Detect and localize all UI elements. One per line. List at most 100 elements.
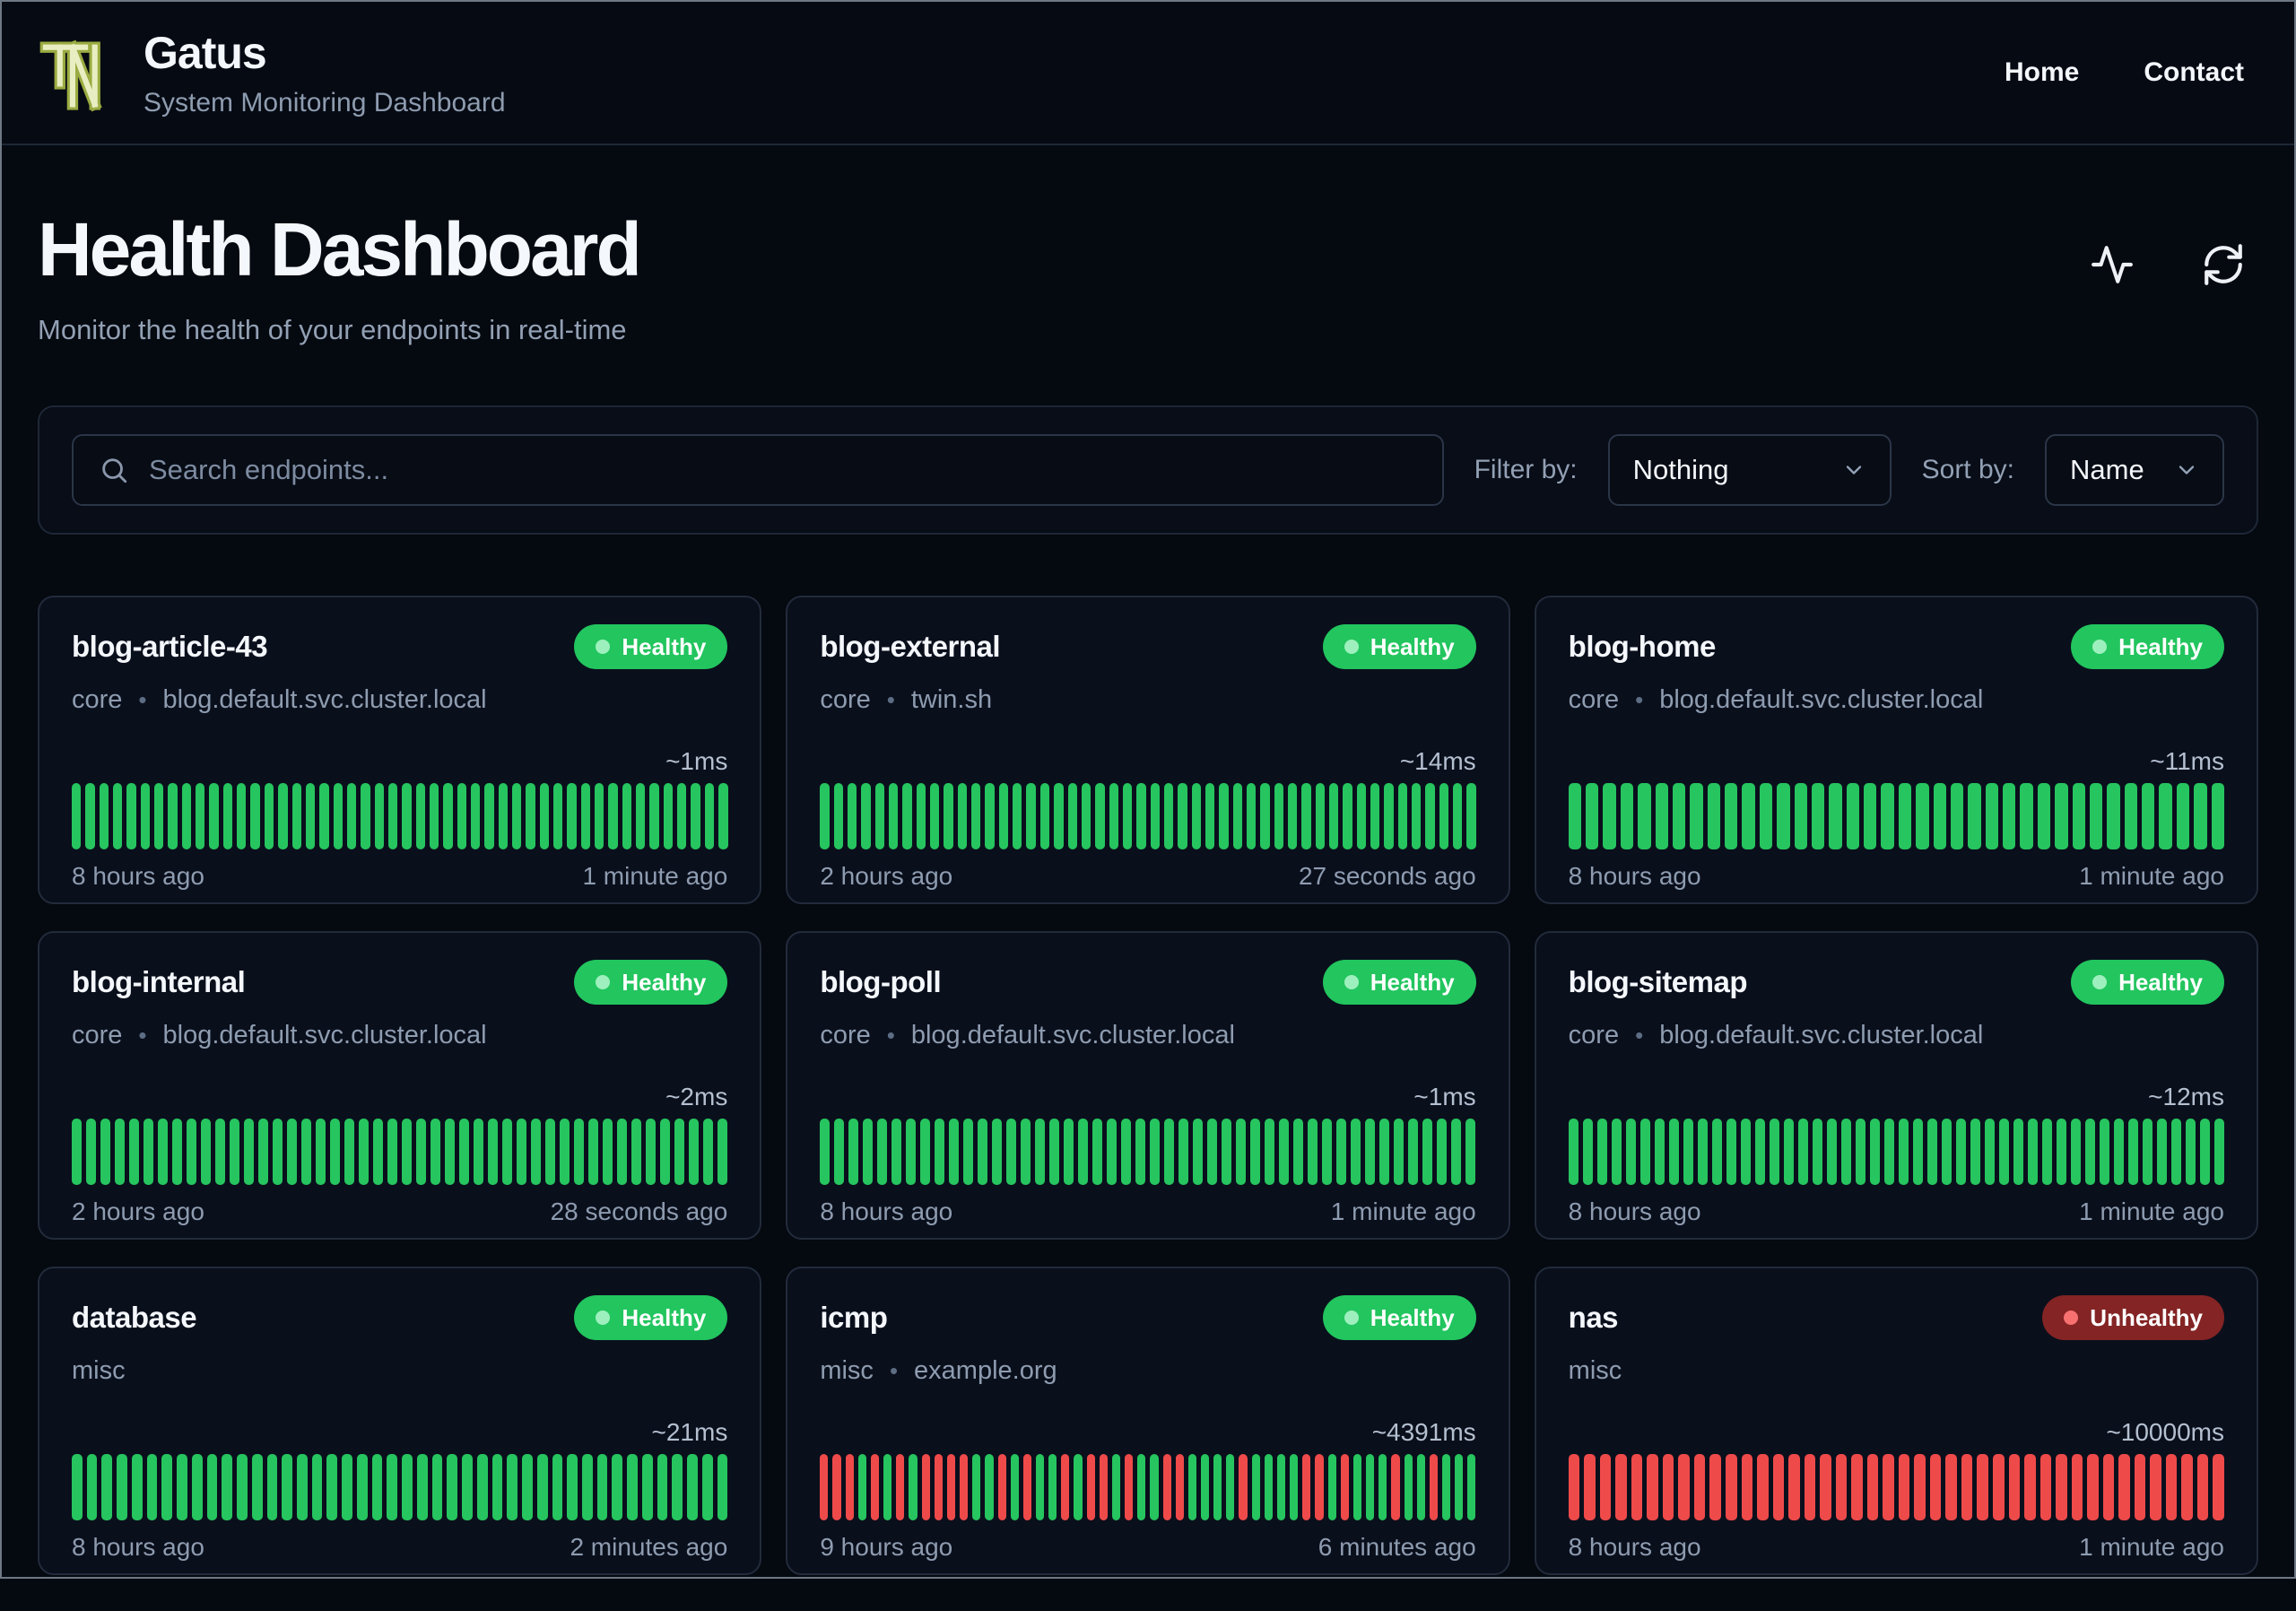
uptime-bar-success — [416, 1454, 428, 1521]
status-dot-icon — [596, 975, 611, 990]
uptime-bar-success — [1794, 783, 1807, 850]
uptime-bar-success — [971, 783, 981, 850]
uptime-bar-success — [1343, 783, 1352, 850]
uptime-bar-success — [1191, 783, 1201, 850]
uptime-bar-failure — [1866, 1454, 1879, 1521]
uptime-bar-success — [992, 1119, 1003, 1186]
uptime-bars[interactable] — [1568, 1119, 2224, 1186]
activity-icon[interactable] — [2090, 242, 2135, 287]
time-start: 2 hours ago — [820, 862, 953, 891]
uptime-bars[interactable] — [1568, 783, 2224, 850]
nav-link-contact[interactable]: Contact — [2144, 57, 2244, 88]
uptime-bar-success — [1840, 1119, 1851, 1186]
uptime-bars[interactable] — [72, 783, 728, 850]
uptime-bar-success — [1412, 783, 1422, 850]
uptime-bar-success — [1955, 1119, 1966, 1186]
uptime-bar-success — [1455, 1454, 1464, 1521]
endpoint-card[interactable]: database Healthy misc ~21ms 8 hours ago … — [38, 1267, 762, 1576]
page-header: Health Dashboard Monitor the health of y… — [38, 210, 2258, 346]
uptime-bar-failure — [1599, 1454, 1612, 1521]
uptime-bar-success — [359, 1119, 369, 1186]
uptime-bars[interactable] — [72, 1454, 728, 1521]
endpoint-host: twin.sh — [910, 685, 993, 715]
uptime-bar-failure — [997, 1454, 1006, 1521]
uptime-bar-failure — [1175, 1454, 1184, 1521]
uptime-bar-success — [402, 1454, 413, 1521]
uptime-bar-success — [140, 783, 151, 850]
page-subtitle: Monitor the health of your endpoints in … — [38, 314, 627, 346]
uptime-bar-success — [330, 1119, 340, 1186]
endpoint-card[interactable]: blog-article-43 Healthy core • blog.defa… — [38, 596, 762, 905]
endpoint-card[interactable]: icmp Healthy misc • example.org ~4391ms … — [786, 1267, 1510, 1576]
uptime-bar-success — [687, 1454, 698, 1521]
uptime-bars[interactable] — [1568, 1454, 2224, 1521]
uptime-bar-success — [1026, 783, 1036, 850]
time-start: 8 hours ago — [72, 1533, 204, 1562]
uptime-bar-success — [2176, 783, 2190, 850]
uptime-bar-success — [2084, 1119, 2095, 1186]
uptime-bar-success — [660, 1119, 670, 1186]
uptime-bar-failure — [1162, 1454, 1171, 1521]
uptime-bar-success — [445, 1119, 455, 1186]
endpoint-grid: blog-article-43 Healthy core • blog.defa… — [38, 596, 2258, 1611]
uptime-bar-success — [250, 783, 260, 850]
endpoint-card[interactable]: blog-internal Healthy core • blog.defaul… — [38, 931, 762, 1241]
endpoint-card[interactable]: blog-poll Healthy core • blog.default.sv… — [786, 931, 1510, 1241]
uptime-bar-success — [608, 783, 618, 850]
uptime-bar-success — [1416, 1454, 1425, 1521]
uptime-bar-success — [158, 1119, 168, 1186]
uptime-bar-success — [181, 783, 192, 850]
uptime-bar-failure — [1772, 1454, 1785, 1521]
endpoint-group: core — [1568, 1021, 1620, 1050]
uptime-bar-success — [517, 1119, 526, 1186]
uptime-bar-failure — [2024, 1454, 2036, 1521]
sort-select[interactable]: Name — [2045, 434, 2224, 507]
status-label: Unhealthy — [2090, 1303, 2203, 1331]
uptime-bar-success — [258, 1119, 268, 1186]
uptime-bar-success — [622, 783, 632, 850]
uptime-bar-success — [1074, 1454, 1083, 1521]
refresh-icon[interactable] — [2201, 242, 2246, 287]
uptime-bar-success — [1846, 783, 1860, 850]
nav-link-home[interactable]: Home — [2005, 57, 2079, 88]
uptime-bar-success — [1864, 783, 1877, 850]
uptime-bar-success — [1021, 1119, 1031, 1186]
uptime-bar-success — [1236, 1119, 1247, 1186]
meta-separator: • — [138, 686, 147, 714]
search-input[interactable] — [149, 454, 1417, 487]
uptime-bar-success — [402, 783, 412, 850]
uptime-bar-success — [146, 1454, 158, 1521]
uptime-bar-success — [1329, 783, 1339, 850]
endpoint-card[interactable]: nas Unhealthy misc ~10000ms 8 hours ago … — [1534, 1267, 2258, 1576]
endpoint-name: blog-internal — [72, 965, 246, 999]
uptime-bar-failure — [1945, 1454, 1957, 1521]
time-end: 1 minute ago — [2079, 1197, 2224, 1226]
uptime-bar-failure — [1898, 1454, 1910, 1521]
uptime-bar-success — [431, 1454, 443, 1521]
filter-select[interactable]: Nothing — [1607, 434, 1892, 507]
uptime-bar-success — [237, 1454, 248, 1521]
uptime-bars[interactable] — [72, 1119, 727, 1186]
uptime-bar-success — [1451, 1119, 1462, 1186]
uptime-bar-success — [1049, 1119, 1060, 1186]
uptime-bar-success — [672, 1454, 683, 1521]
uptime-bar-failure — [1061, 1454, 1070, 1521]
endpoint-card[interactable]: blog-sitemap Healthy core • blog.default… — [1534, 931, 2258, 1241]
uptime-bar-success — [1742, 783, 1755, 850]
uptime-bar-failure — [1239, 1454, 1248, 1521]
endpoint-group: core — [820, 685, 871, 715]
uptime-bar-success — [1081, 783, 1091, 850]
app-window: Gatus System Monitoring Dashboard Home C… — [0, 0, 2296, 1579]
uptime-bar-failure — [1788, 1454, 1800, 1521]
uptime-bar-success — [1912, 1119, 1923, 1186]
uptime-bar-success — [1425, 783, 1435, 850]
uptime-bars[interactable] — [820, 783, 1476, 850]
uptime-bar-success — [297, 1454, 308, 1521]
uptime-bars[interactable] — [820, 1119, 1476, 1186]
uptime-bar-success — [430, 1119, 440, 1186]
uptime-bars[interactable] — [820, 1454, 1476, 1521]
uptime-bar-success — [1226, 1454, 1235, 1521]
endpoint-card[interactable]: blog-external Healthy core • twin.sh ~14… — [786, 596, 1510, 905]
endpoint-card[interactable]: blog-home Healthy core • blog.default.sv… — [1534, 596, 2258, 905]
uptime-bar-success — [99, 783, 109, 850]
